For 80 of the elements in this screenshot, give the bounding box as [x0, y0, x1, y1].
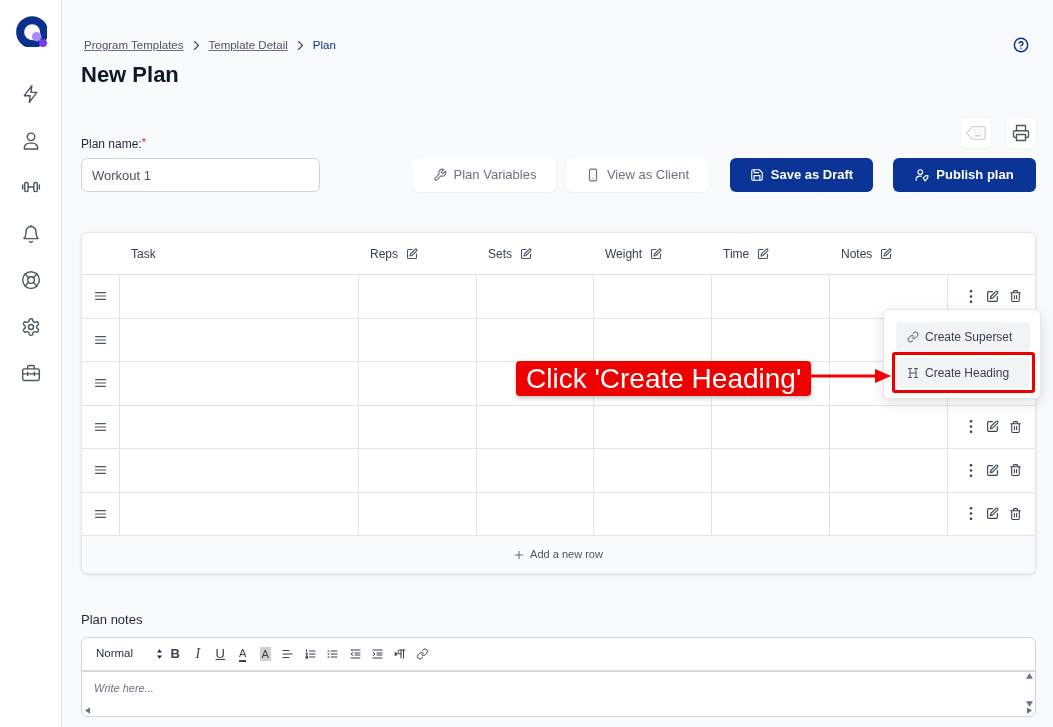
action-button[interactable]: Plan Variables: [413, 158, 556, 192]
align-left-icon[interactable]: [281, 648, 295, 660]
underline-button[interactable]: U: [215, 647, 225, 661]
bullet-list-icon[interactable]: [326, 648, 340, 660]
kebab-menu-icon[interactable]: [969, 463, 973, 477]
add-row-button[interactable]: Add a new row: [82, 536, 1035, 573]
action-button[interactable]: Publish plan: [893, 158, 1036, 192]
breadcrumb-link[interactable]: Template Detail: [208, 38, 288, 52]
format-select[interactable]: Normal: [96, 643, 164, 665]
edit-icon[interactable]: [757, 247, 770, 260]
settings-icon[interactable]: [20, 316, 41, 337]
edit-icon[interactable]: [986, 463, 999, 477]
text-direction-icon[interactable]: [393, 648, 407, 660]
link-icon: [907, 331, 919, 343]
menu-item[interactable]: Create Heading: [896, 358, 1030, 388]
column-header: Weight: [605, 245, 643, 263]
column-header: Reps: [370, 245, 398, 263]
action-button[interactable]: View as Client: [566, 158, 709, 192]
field-label: Plan name:: [81, 137, 142, 151]
plan-name-field[interactable]: Workout 1: [81, 158, 320, 192]
edit-icon[interactable]: [520, 247, 532, 260]
text-color-button[interactable]: A: [239, 646, 247, 662]
outdent-icon[interactable]: [348, 648, 362, 660]
bell-icon[interactable]: [20, 223, 41, 244]
action-button[interactable]: Save as Draft: [730, 158, 873, 192]
italic-button[interactable]: I: [195, 647, 201, 661]
callout: Click 'Create Heading': [516, 361, 812, 396]
kebab-menu-icon[interactable]: [969, 289, 973, 303]
wrench-icon: [432, 168, 447, 182]
trash-icon[interactable]: [1009, 289, 1022, 304]
help-icon[interactable]: [1013, 37, 1029, 53]
scroll-arrow-icon: [85, 707, 90, 714]
edit-icon[interactable]: [406, 247, 418, 260]
edit-icon[interactable]: [880, 247, 893, 260]
column-header: Sets: [488, 245, 512, 263]
kebab-menu-icon[interactable]: [969, 507, 973, 521]
notes-editor-field[interactable]: Write here...: [82, 672, 1035, 716]
save-icon: [749, 168, 764, 182]
plus-icon: [514, 549, 525, 560]
column-header: Time: [723, 245, 750, 263]
keyboard-icon: [966, 125, 986, 141]
chevron-right-icon: [193, 40, 199, 50]
bold-button[interactable]: B: [170, 647, 180, 661]
breadcrumb-link[interactable]: Plan: [312, 38, 336, 52]
menu-item[interactable]: Create Superset: [896, 322, 1030, 352]
logo[interactable]: [14, 15, 47, 47]
section-label: Plan notes: [81, 612, 144, 628]
heading-icon: [907, 367, 919, 379]
column-header: Task: [131, 245, 156, 263]
edit-icon[interactable]: [986, 507, 999, 521]
toolbox-icon[interactable]: [20, 363, 41, 383]
drag-handle-icon[interactable]: [95, 292, 106, 301]
printer-icon: [1012, 124, 1030, 142]
rich-text-editor[interactable]: Normal B I U A A Write here...: [81, 637, 1036, 717]
chevron-right-icon: [297, 40, 303, 50]
edit-icon[interactable]: [650, 247, 663, 260]
edit-icon[interactable]: [986, 420, 999, 434]
breadcrumb-link[interactable]: Program Templates: [84, 38, 184, 52]
page-title: New Plan: [81, 61, 180, 89]
kebab-menu-icon[interactable]: [969, 420, 973, 434]
scroll-arrow-icon: [1026, 673, 1033, 679]
trash-icon[interactable]: [1009, 419, 1022, 434]
user-tag-icon: [915, 168, 930, 182]
up-down-icon: [157, 649, 162, 659]
drag-handle-icon[interactable]: [95, 379, 106, 388]
highlight-color-button[interactable]: A: [259, 647, 271, 661]
print-button[interactable]: [1006, 118, 1036, 148]
trash-icon[interactable]: [1009, 506, 1022, 521]
lifebuoy-icon[interactable]: [20, 270, 41, 290]
ordered-list-icon[interactable]: [303, 648, 317, 660]
edit-icon[interactable]: [986, 289, 999, 303]
drag-handle-icon[interactable]: [95, 509, 106, 518]
drag-handle-icon[interactable]: [95, 466, 106, 475]
indent-icon[interactable]: [371, 648, 385, 660]
trash-icon[interactable]: [1009, 463, 1022, 478]
column-header: Notes: [841, 245, 873, 263]
drag-handle-icon[interactable]: [95, 422, 106, 431]
drag-handle-icon[interactable]: [95, 335, 106, 344]
required-marker: *: [141, 137, 146, 148]
link-icon[interactable]: [416, 648, 430, 660]
